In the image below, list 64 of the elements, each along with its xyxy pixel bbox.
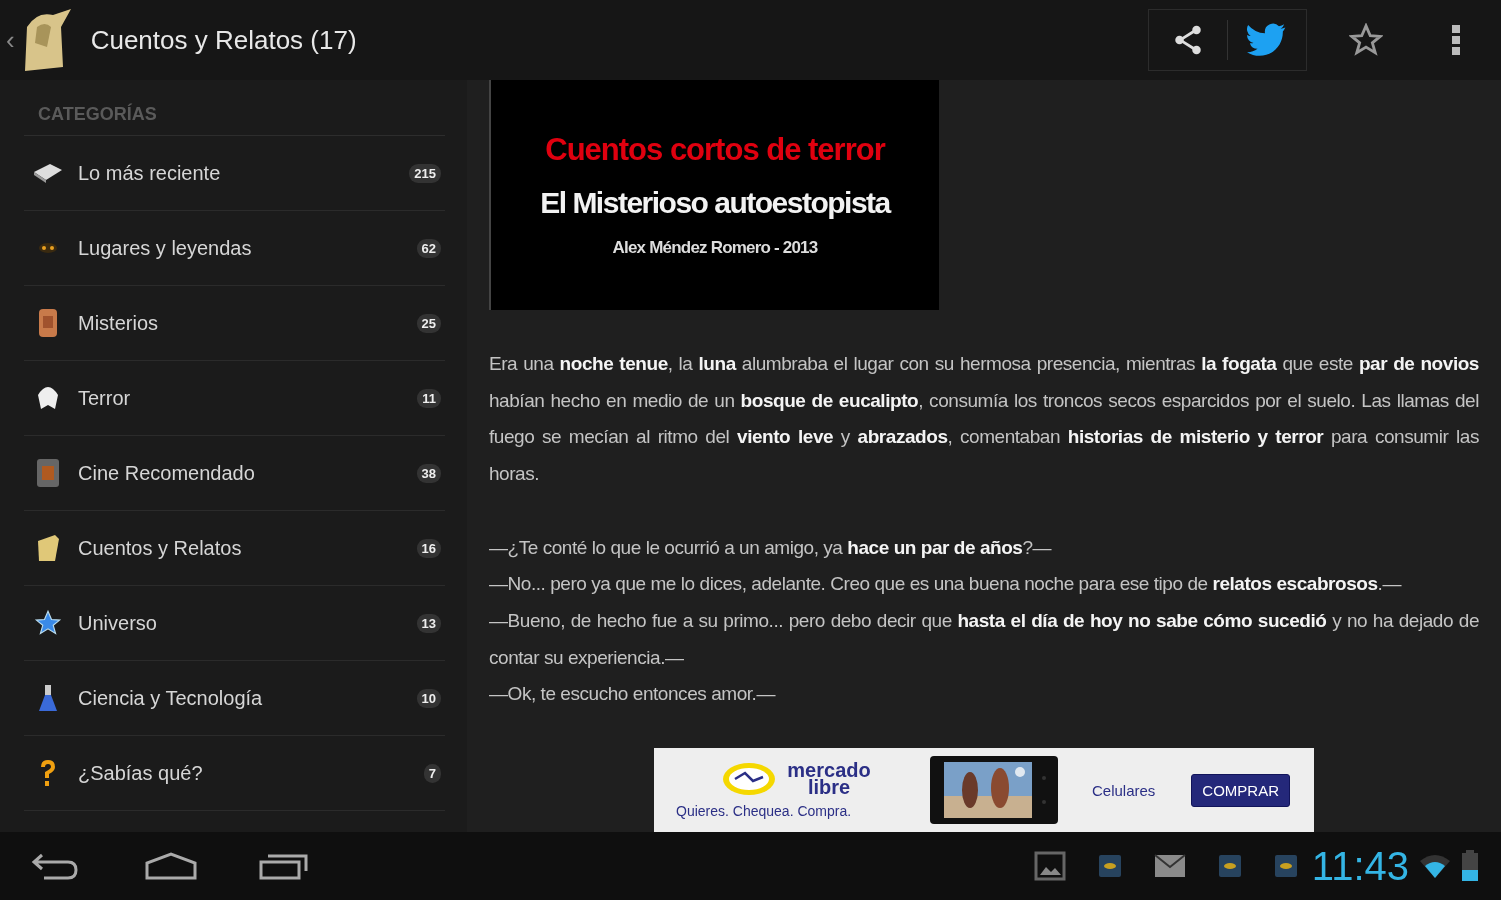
category-item[interactable]: Lugares y leyendas 62 [24,211,445,286]
wifi-icon [1419,853,1451,879]
count-badge: 38 [416,463,441,483]
category-item[interactable]: Ciencia y Tecnología 10 [24,661,445,736]
handshake-logo-icon [721,761,778,797]
screen-title: Cuentos y Relatos (17) [90,24,358,56]
mail-icon[interactable] [1153,854,1186,878]
count-badge: 215 [409,163,441,183]
parchment-icon [35,533,61,563]
category-label: Ciencia y Tecnología [78,686,264,710]
count-badge: 62 [416,238,441,258]
count-badge: 25 [416,313,441,333]
count-badge: 13 [416,613,441,633]
story-paragraph: —No... pero ya que me lo dices, adelante. Creo que es una buena noche para ese tipo de relatos escabrosos.— [489,572,1403,597]
category-item[interactable]: Lo más reciente 215 [24,136,445,211]
back-caret[interactable]: ‹ [6,24,15,56]
category-label: Cine Recomendado [78,461,256,485]
ad-slogan: Quieres. Chequea. Compra. [676,803,853,819]
story-paragraph: Era una noche tenue, la luna alumbraba el lugar con su hermosa presencia, mientras la fogata que este par de novios habían hecho en medio de un bosque de eucalipto, consumía los troncos secos esparcidos por el suelo. Las llamas del fuego se mecían al ritmo del viento leve y abrazados, comentaban historias de misterio y terror para consumir las horas. [489,352,1479,487]
category-item[interactable]: Cuentos y Relatos 16 [24,511,445,586]
category-label: Terror [78,386,132,410]
app-notification-icon[interactable] [1097,854,1122,878]
category-item[interactable]: Cine Recomendado 38 [24,436,445,511]
book-icon [32,162,64,184]
battery-icon [1461,850,1479,882]
buy-button[interactable]: COMPRAR [1191,773,1290,807]
category-label: Cuentos y Relatos [78,536,243,560]
scroll-icon [36,307,60,339]
film-icon [35,457,61,489]
pumpkin-icon [39,243,57,253]
brand-logo-text: mercado libre [787,762,871,796]
banner-author: Alex Méndez Romero - 2013 [612,238,818,258]
category-label: Lo más reciente [78,161,222,185]
count-badge: 10 [416,688,441,708]
category-item[interactable]: Universo 13 [24,586,445,661]
story-paragraph: —Ok, te escucho entonces amor.— [489,682,777,707]
ad-category: Celulares [1092,781,1156,799]
story-paragraph: —¿Te conté lo que le ocurrió a un amigo, ya hace un par de años?— [489,535,1053,560]
star-outline-icon [1349,23,1383,57]
image-icon[interactable] [1033,851,1066,881]
section-header: CATEGORÍAS [24,80,445,136]
category-label: Lugares y leyendas [78,236,253,260]
home-icon [144,851,198,881]
category-label: ¿Sabías qué? [78,761,204,785]
category-label: Misterios [78,311,159,335]
back-arrow-icon [30,851,80,881]
count-badge: 11 [417,388,441,408]
app-notification-icon[interactable] [1273,854,1298,878]
count-badge: 16 [416,538,441,558]
story-paragraph: —Bueno, de hecho fue a su primo... pero debo decir que hasta el día de hoy no sabe cómo sucedió y no ha dejado de contar su experiencia.— [489,608,1479,670]
clock: 11:43 [1311,843,1409,889]
banner-title: El Misterioso autoestopista [540,186,890,220]
banner-series: Cuentos cortos de terror [545,132,885,168]
bird-icon [1247,23,1287,57]
category-item[interactable]: Misterios 25 [24,286,445,361]
app-notification-icon[interactable] [1217,854,1242,878]
star-icon [34,609,62,637]
ad-banner[interactable]: mercado libre Quieres. Chequea. Compra. Celulares COMPRAR [654,748,1314,832]
category-item[interactable]: Terror 11 [24,361,445,436]
count-badge: 7 [423,763,441,783]
flask-icon [37,683,59,713]
category-label: Universo [78,611,158,635]
menu-icon [1451,23,1461,57]
category-item[interactable]: ¿Sabías qué? 7 [24,736,445,811]
